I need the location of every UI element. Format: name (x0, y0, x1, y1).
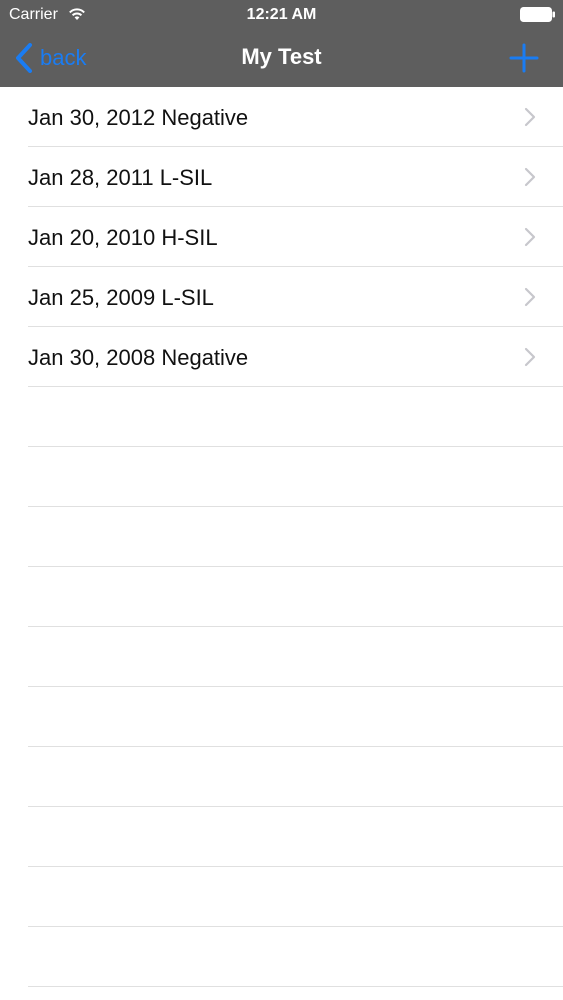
status-bar: Carrier 12:21 AM (0, 0, 563, 30)
empty-row (28, 507, 563, 567)
table-row[interactable]: Jan 20, 2010 H-SIL (28, 207, 563, 267)
row-label: Jan 30, 2012 Negative (28, 105, 249, 130)
chevron-right-icon (524, 167, 536, 187)
chevron-right-icon (524, 107, 536, 127)
empty-row (28, 627, 563, 687)
row-label: Jan 25, 2009 L-SIL (28, 285, 214, 310)
row-label: Jan 28, 2011 L-SIL (28, 165, 213, 190)
empty-row (28, 747, 563, 807)
screen: Carrier 12:21 AM back My Test Jan 30, 20… (0, 0, 563, 1000)
table-row[interactable]: Jan 28, 2011 L-SIL (28, 147, 563, 207)
chevron-right-icon (524, 347, 536, 367)
battery-icon (520, 7, 555, 22)
page-title: My Test (241, 44, 322, 69)
status-time: 12:21 AM (246, 6, 317, 23)
row-label: Jan 20, 2010 H-SIL (28, 225, 218, 250)
empty-row (28, 687, 563, 747)
header: Carrier 12:21 AM back My Test (0, 0, 563, 87)
navigation-bar: back My Test (0, 30, 563, 87)
plus-icon[interactable] (508, 42, 540, 74)
chevron-right-icon (524, 227, 536, 247)
chevron-right-icon (524, 287, 536, 307)
empty-row (28, 567, 563, 627)
row-label: Jan 30, 2008 Negative (28, 345, 249, 370)
empty-row (28, 387, 563, 447)
table-row[interactable]: Jan 30, 2012 Negative (28, 87, 563, 147)
empty-row (28, 447, 563, 507)
empty-row (28, 927, 563, 987)
empty-row (28, 807, 563, 867)
table-row[interactable]: Jan 25, 2009 L-SIL (28, 267, 563, 327)
results-table: Jan 30, 2012 Negative Jan 28, 2011 L-SIL… (0, 87, 563, 1000)
empty-row (28, 867, 563, 927)
table-row[interactable]: Jan 30, 2008 Negative (28, 327, 563, 387)
